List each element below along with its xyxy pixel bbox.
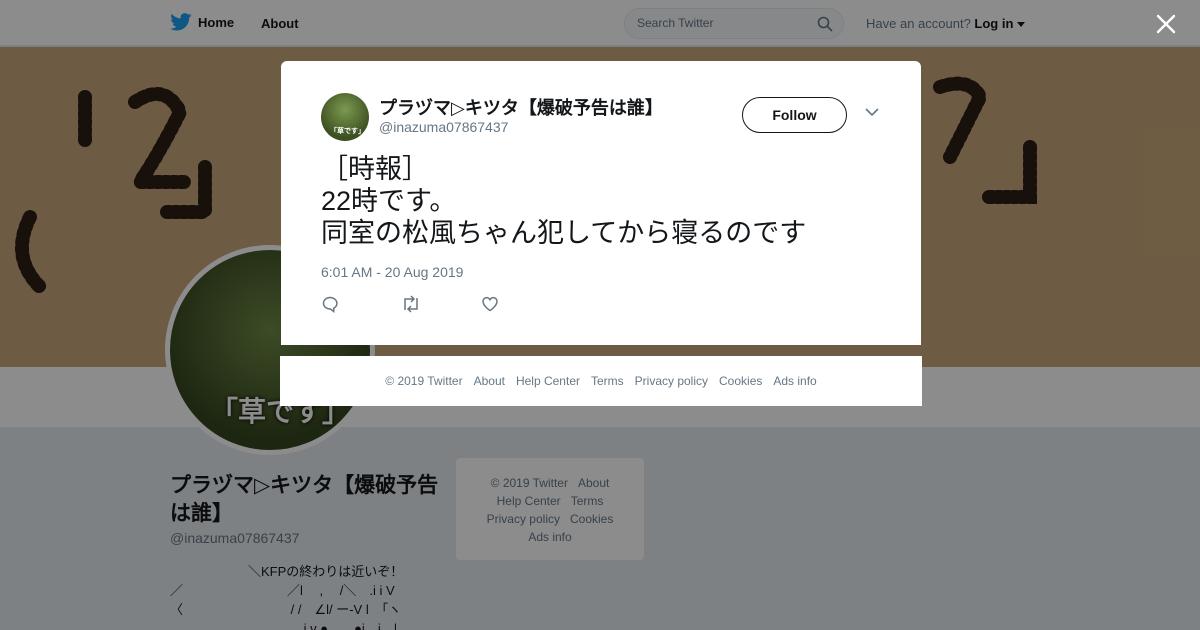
follow-button[interactable]: Follow: [742, 97, 847, 133]
footer-help-center[interactable]: Help Center: [516, 374, 580, 388]
footer-ads-info[interactable]: Ads info: [773, 374, 816, 388]
footer-cookies[interactable]: Cookies: [719, 374, 762, 388]
footer-privacy-policy[interactable]: Privacy policy: [635, 374, 708, 388]
reply-icon: [322, 296, 338, 314]
modal-footer: © 2019 Twitter About Help Center Terms P…: [280, 356, 922, 406]
chevron-down-icon[interactable]: [865, 108, 879, 117]
reply-button[interactable]: [321, 295, 401, 315]
footer-about[interactable]: About: [474, 374, 505, 388]
tweet-avatar-caption: 「草です」: [330, 128, 365, 135]
tweet-author-handle[interactable]: @inazuma07867437: [379, 119, 508, 135]
like-button[interactable]: [481, 295, 561, 315]
like-icon: [482, 296, 498, 312]
retweet-icon: [404, 295, 418, 313]
retweet-button[interactable]: [401, 295, 481, 315]
footer-terms[interactable]: Terms: [591, 374, 624, 388]
close-icon[interactable]: [1155, 13, 1177, 35]
tweet-timestamp[interactable]: 6:01 AM - 20 Aug 2019: [321, 264, 463, 280]
tweet-actions: [321, 295, 561, 315]
tweet-text: ［時報］ 22時です。 同室の松風ちゃん犯してから寝るのです: [321, 154, 807, 248]
tweet-modal: 「草です」 プラヅマ▷キツタ【爆破予告は誰】 @inazuma07867437 …: [281, 61, 921, 345]
footer-copyright: © 2019 Twitter: [385, 374, 463, 388]
tweet-author-name[interactable]: プラヅマ▷キツタ【爆破予告は誰】: [379, 94, 663, 120]
tweet-author-avatar[interactable]: 「草です」: [321, 93, 369, 141]
